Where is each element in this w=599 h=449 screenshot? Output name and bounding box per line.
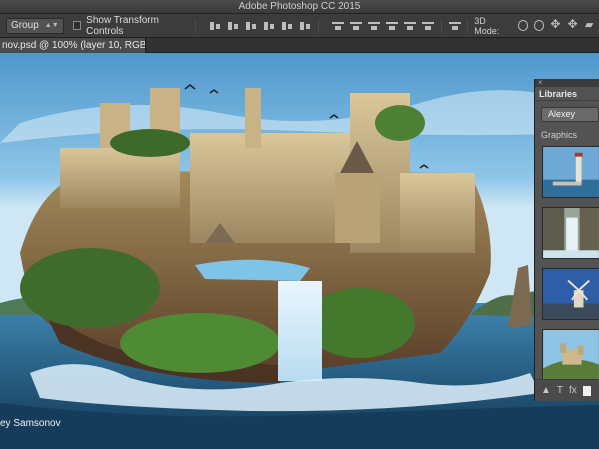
3d-orbit-icon[interactable] xyxy=(517,20,529,31)
auto-select-value: Group xyxy=(11,19,39,31)
close-icon[interactable]: × xyxy=(538,78,543,87)
separator xyxy=(318,18,319,33)
title-bar: Adobe Photoshop CC 2015 xyxy=(0,0,599,14)
auto-select-dropdown[interactable]: Group ▲▼ xyxy=(6,17,64,34)
align-icons xyxy=(206,20,314,32)
3d-pan-icon[interactable] xyxy=(550,17,561,32)
auto-align-layers-icon[interactable] xyxy=(449,20,462,32)
artist-credit: ey Samsonov xyxy=(0,418,61,429)
separator xyxy=(195,18,196,33)
window-title: Adobe Photoshop CC 2015 xyxy=(238,1,361,12)
distribute-bottom-icon[interactable] xyxy=(368,20,380,32)
distribute-horizontal-center-icon[interactable] xyxy=(404,20,416,32)
show-transform-controls-label: Show Transform Controls xyxy=(86,14,159,37)
align-top-icon[interactable] xyxy=(209,20,221,32)
library-select[interactable]: Alexey xyxy=(541,107,599,122)
library-graphic-windmill[interactable] xyxy=(542,268,599,320)
document-tab-label: nov.psd @ 100% (layer 10, RGB/8) * xyxy=(2,40,146,51)
graphics-section-label: Graphics xyxy=(541,130,578,140)
add-layer-style-icon[interactable]: fx xyxy=(569,385,577,396)
tab-libraries[interactable]: Libraries xyxy=(535,87,599,101)
show-transform-controls-checkbox[interactable]: Show Transform Controls xyxy=(72,14,191,37)
distribute-icons xyxy=(329,20,437,32)
align-vertical-center-icon[interactable] xyxy=(227,20,239,32)
3d-mode-label: 3D Mode: xyxy=(474,15,500,36)
align-right-icon[interactable] xyxy=(299,20,311,32)
library-graphic-castle[interactable] xyxy=(542,329,599,381)
align-bottom-icon[interactable] xyxy=(245,20,257,32)
separator xyxy=(441,18,442,33)
checkbox-box[interactable] xyxy=(72,21,82,30)
document-canvas[interactable]: ey Samsonov xyxy=(0,53,599,449)
align-horizontal-center-icon[interactable] xyxy=(281,20,293,32)
add-color-icon[interactable] xyxy=(582,385,591,396)
chevron-updown-icon: ▲▼ xyxy=(44,21,59,29)
distribute-top-icon[interactable] xyxy=(332,20,344,32)
3d-scale-icon[interactable] xyxy=(585,18,596,32)
document-tab[interactable]: nov.psd @ 100% (layer 10, RGB/8) * xyxy=(0,38,146,53)
panel-header: × xyxy=(535,78,599,87)
document-tab-bar: nov.psd @ 100% (layer 10, RGB/8) * xyxy=(0,38,599,53)
3d-slide-icon[interactable] xyxy=(568,17,579,32)
add-graphic-icon[interactable]: ▲ xyxy=(541,385,551,396)
separator xyxy=(467,18,469,33)
distribute-vertical-center-icon[interactable] xyxy=(350,20,362,32)
3d-roll-icon[interactable] xyxy=(534,20,545,31)
library-graphic-waterfall[interactable] xyxy=(542,207,599,259)
options-bar: Group ▲▼ Show Transform Controls 3D Mode… xyxy=(0,14,599,38)
distribute-right-icon[interactable] xyxy=(422,20,434,32)
distribute-left-icon[interactable] xyxy=(386,20,398,32)
panel-footer: ▲ T fx xyxy=(535,379,599,401)
align-left-icon[interactable] xyxy=(263,20,275,32)
libraries-panel: × Libraries Alexey Graphics ▲ T fx xyxy=(534,78,599,401)
add-text-style-icon[interactable]: T xyxy=(557,385,563,396)
artwork-image xyxy=(0,53,599,449)
library-graphic-lighthouse[interactable] xyxy=(542,146,599,198)
